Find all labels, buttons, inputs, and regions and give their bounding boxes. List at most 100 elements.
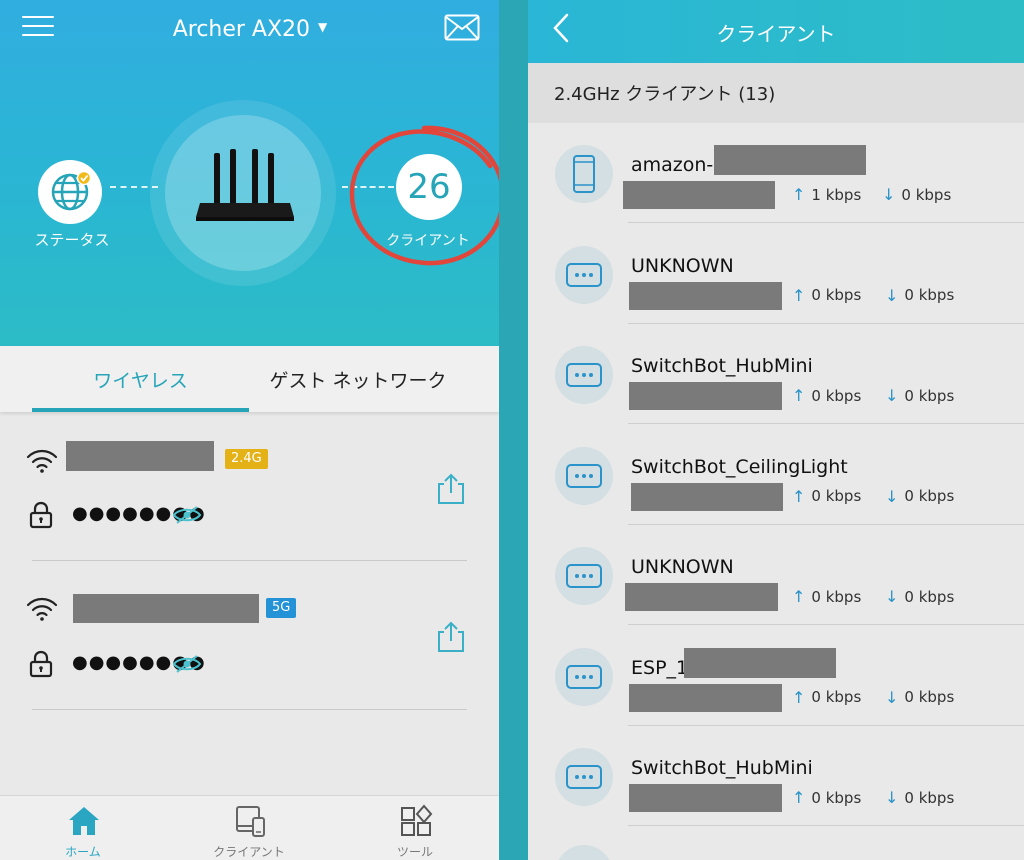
eye-slash-icon[interactable] [172,505,202,525]
upload-rate: ↑ 0 kbps [792,286,861,305]
menu-button[interactable] [22,14,54,38]
device-avatar [555,647,613,706]
menu-bar [22,34,54,36]
caret-down-icon: ▼ [318,20,328,34]
device-avatar [555,845,613,860]
arrow-down-icon: ↓ [885,687,899,707]
nav-home[interactable]: ホーム [0,796,166,860]
divider [32,709,467,710]
network-tabs: ワイヤレス ゲスト ネットワーク [0,346,499,412]
download-rate: ↓ 0 kbps [885,788,954,807]
share-icon[interactable] [434,472,468,506]
client-row[interactable]: UNKNOWN ↑ 0 kbps ↓ 0 kbps [528,525,1024,626]
address-redacted [631,482,783,511]
download-value: 0 kbps [901,185,952,204]
wifi-icon [26,449,58,473]
upload-value: 0 kbps [811,487,862,505]
tab-wireless[interactable]: ワイヤレス [32,346,249,412]
device-avatar [555,245,613,304]
nav-clients[interactable]: クライアント [166,796,332,860]
bottom-nav: ホーム クライアント ツール [0,795,499,860]
generic-device-icon [566,262,602,287]
mail-icon[interactable] [444,14,480,41]
download-value: 0 kbps [904,487,955,505]
client-label: クライアント [386,233,470,249]
share-icon[interactable] [434,620,468,654]
tab-guest-network[interactable]: ゲスト ネットワーク [249,346,467,412]
nav-label: クライアント [213,845,285,859]
device-title: Archer AX20 [172,16,311,42]
device-avatar [555,145,613,203]
arrow-down-icon: ↓ [885,587,899,606]
arrow-up-icon: ↑ [792,185,806,204]
client-row[interactable]: ESP_1 ↑ 0 kbps ↓ 0 kbps [528,626,1024,727]
status-button[interactable] [38,160,102,224]
arrow-down-icon: ↓ [885,486,899,506]
nav-label: ツール [396,845,433,859]
download-rate: ↓ 0 kbps [885,487,954,506]
arrow-up-icon: ↑ [792,386,806,405]
download-value: 0 kbps [904,688,955,706]
generic-device-icon [566,463,602,488]
generic-device-icon [566,363,602,387]
download-value: 0 kbps [904,286,955,304]
upload-rate: ↑ 0 kbps [792,386,861,405]
client-name: amazon- [631,154,714,176]
upload-value: 0 kbps [811,286,862,304]
upload-value: 0 kbps [811,788,862,807]
nav-tools[interactable]: ツール [332,796,498,860]
download-value: 0 kbps [904,386,955,405]
address-redacted [629,281,782,310]
upload-value: 0 kbps [811,688,862,706]
address-redacted [629,683,782,712]
client-row[interactable]: amazon- ↑ 1 kbps ↓ 0 kbps [528,123,1024,224]
section-title: 2.4GHz クライアント (13) [554,84,776,105]
device-selector[interactable]: Archer AX20 ▼ [160,15,340,43]
upload-value: 0 kbps [811,587,862,606]
clients-screen: クライアント 2.4GHz クライアント (13) amazon- ↑ 1 kbp… [528,0,1024,860]
divider [32,560,467,561]
divider [628,825,1024,826]
arrow-up-icon: ↑ [792,788,806,807]
upload-rate: ↑ 0 kbps [792,688,861,707]
router-icon[interactable] [190,145,300,235]
client-count-button[interactable]: 26 [396,154,462,220]
download-rate: ↓ 0 kbps [885,587,954,606]
device-avatar [555,748,613,806]
menu-bar [22,25,54,27]
upload-value: 1 kbps [811,185,862,204]
address-redacted [623,181,775,209]
arrow-up-icon: ↑ [792,486,806,506]
ssid-redacted [66,441,214,471]
arrow-up-icon: ↑ [792,587,806,606]
upload-rate: ↑ 0 kbps [792,587,861,606]
client-name: SwitchBot_CeilingLight [631,455,848,478]
eye-slash-icon[interactable] [172,654,202,674]
download-rate: ↓ 0 kbps [885,286,954,305]
upload-rate: ↑ 0 kbps [792,487,861,506]
wifi-icon [26,597,58,621]
device-avatar [555,446,613,505]
client-name: SwitchBot_HubMini [631,757,813,779]
section-header: 2.4GHz クライアント (13) [528,63,1024,123]
client-row[interactable]: SwitchBot_HubMini ↑ 0 kbps ↓ 0 kbps [528,324,1024,425]
tools-icon [401,804,433,836]
name-redacted [684,647,836,678]
client-row[interactable]: SwitchBot_HubMini ↑ 0 kbps ↓ 0 kbps [528,726,1024,827]
arrow-down-icon: ↓ [885,285,899,305]
nav-label: ホーム [65,845,101,859]
generic-device-icon [566,564,602,588]
download-value: 0 kbps [904,587,955,606]
client-count: 26 [407,167,451,207]
download-rate: ↓ 0 kbps [885,386,954,405]
client-row[interactable]: UNKNOWN ↑ 0 kbps ↓ 0 kbps [528,224,1024,325]
address-redacted [629,382,782,410]
device-avatar [555,346,613,404]
page-title: クライアント [716,22,836,46]
upload-value: 0 kbps [811,386,862,405]
arrow-down-icon: ↓ [885,788,899,807]
client-name: UNKNOWN [631,254,734,277]
client-row[interactable]: SwitchBot_CeilingLight ↑ 0 kbps ↓ 0 kbps [528,425,1024,526]
address-redacted [625,583,778,611]
lock-icon [29,501,53,529]
